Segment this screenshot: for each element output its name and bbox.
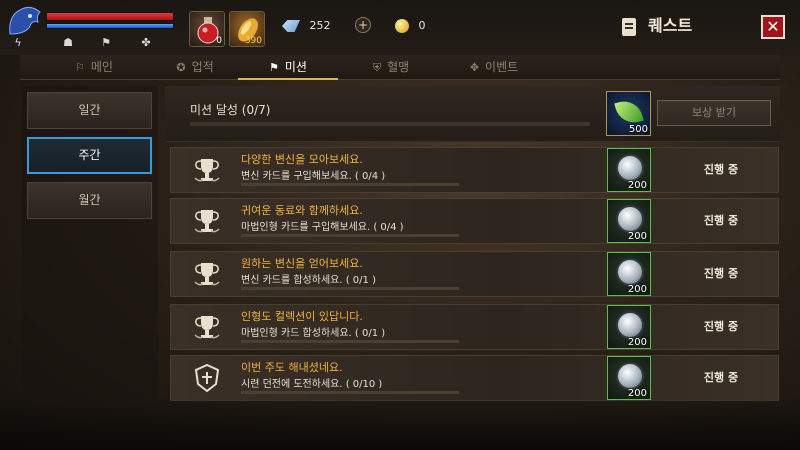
food-slot[interactable]: 390 [229, 11, 265, 47]
quest-description: 시련 던전에 도전하세요. ( 0/10 ) [241, 379, 383, 390]
quest-row[interactable]: 인형도 컬렉션이 있답니다. 마법인형 카드 합성하세요. ( 0/1 ) 200 진… [170, 304, 779, 350]
medal-icon: ✪ [176, 61, 186, 74]
mp-bar-fill [47, 24, 173, 28]
gold-coin-icon [395, 19, 409, 33]
quest-reward[interactable]: 200 [607, 148, 651, 192]
quest-progress [241, 340, 459, 343]
claim-reward-button[interactable]: 보상 받기 [657, 100, 771, 126]
lion-portrait-icon[interactable] [6, 4, 44, 36]
shield-emblem-icon [194, 363, 220, 393]
buff-icon[interactable]: ✤ [138, 36, 154, 50]
quest-reward[interactable]: 200 [607, 252, 651, 296]
leaf-icon [614, 97, 644, 127]
quest-progress [241, 183, 459, 186]
quest-description: 마법인형 카드 합성하세요. ( 0/1 ) [241, 328, 386, 339]
page-title-area: 퀘스트 [622, 14, 692, 38]
quest-row[interactable]: 원하는 변신을 얻어보세요. 변신 카드를 합성하세요. ( 0/1 ) 200 진행… [170, 251, 779, 297]
quest-progress [241, 287, 459, 290]
trophy-icon [194, 316, 220, 339]
quest-scroll-icon [622, 17, 636, 36]
mp-bar [46, 23, 174, 29]
boot-icon[interactable]: ⚑ [98, 36, 114, 50]
quest-status: 진행 중 [703, 214, 739, 227]
quest-title: 인형도 컬렉션이 있답니다. [241, 310, 363, 323]
quest-description: 마법인형 카드를 구입해보세요. ( 0/4 ) [241, 222, 404, 233]
flag-icon: ⚐ [75, 61, 85, 74]
sidebar-item-monthly[interactable]: 월간 [27, 182, 152, 219]
quest-reward[interactable]: 200 [607, 305, 651, 349]
quest-status: 진행 중 [703, 320, 739, 333]
tab-mission[interactable]: ⚑ 미션 [238, 55, 338, 80]
quest-description: 변신 카드를 구입해보세요. ( 0/4 ) [241, 171, 386, 182]
tab-event[interactable]: ✥ 이벤트 [444, 55, 544, 80]
potion-count: 0 [216, 36, 222, 46]
quest-status: 진행 중 [703, 163, 739, 176]
gift-icon: ✥ [469, 61, 480, 74]
quest-title: 다양한 변신을 모아보세요. [241, 153, 363, 166]
silver-coin-icon [616, 311, 644, 339]
shield-icon: ⛨ [372, 61, 382, 74]
quest-reward[interactable]: 200 [607, 199, 651, 243]
silver-coin-icon [616, 154, 644, 182]
silver-coin-icon [616, 258, 644, 286]
page-title: 퀘스트 [648, 16, 693, 35]
tab-label: 업적 [191, 60, 214, 74]
achievement-label: 미션 달성 (0/7) [190, 103, 271, 117]
gold-currency: 0 [395, 16, 426, 36]
silver-coin-icon [616, 362, 644, 390]
gem-icon [282, 20, 300, 32]
quest-reward-count: 200 [627, 231, 647, 242]
sidebar-item-weekly[interactable]: 주간 [27, 137, 152, 174]
tab-label: 미션 [284, 60, 307, 74]
quest-title: 귀여운 동료와 함께하세요. [241, 204, 363, 217]
mission-achievement-bar: 미션 달성 (0/7) 500 보상 받기 [165, 86, 780, 142]
tab-label: 메인 [90, 60, 113, 74]
trophy-icon [194, 159, 220, 182]
quest-title: 원하는 변신을 얻어보세요. [241, 257, 363, 270]
quest-progress [241, 234, 459, 237]
gold-amount: 0 [418, 19, 426, 32]
top-bar: ϟ ☗ ⚑ ✤ 0 390 252 + 0 퀘스트 ✕ [0, 0, 800, 55]
quest-row[interactable]: 이번 주도 해내셨네요. 시련 던전에 도전하세요. ( 0/10 ) 200 진행 … [170, 355, 779, 401]
sidebar-item-daily[interactable]: 일간 [27, 92, 152, 129]
lightning-icon[interactable]: ϟ [10, 36, 26, 50]
tab-achievement[interactable]: ✪ 업적 [145, 55, 245, 80]
quest-row[interactable]: 다양한 변신을 모아보세요. 변신 카드를 구입해보세요. ( 0/4 ) 200 진… [170, 147, 779, 193]
silver-coin-icon [616, 205, 644, 233]
flag-icon: ⚑ [269, 61, 279, 74]
close-button[interactable]: ✕ [761, 15, 785, 39]
tab-label: 혈맹 [387, 60, 410, 74]
achievement-reward[interactable]: 500 [606, 91, 651, 136]
add-currency-button[interactable]: + [355, 17, 371, 33]
quest-reward-count: 200 [627, 337, 647, 348]
tab-clan[interactable]: ⛨ 혈맹 [341, 55, 441, 80]
trophy-icon [194, 263, 220, 286]
hp-bar [46, 12, 174, 21]
quest-title: 이번 주도 해내셨네요. [241, 361, 343, 374]
quest-reward[interactable]: 200 [607, 356, 651, 400]
period-sidebar: 일간 주간 월간 [22, 86, 158, 400]
gem-amount: 252 [309, 19, 331, 32]
bottom-fade [0, 400, 800, 450]
quest-status: 진행 중 [703, 267, 739, 280]
achievement-progress [190, 122, 590, 126]
quest-reward-count: 200 [627, 180, 647, 191]
potion-slot[interactable]: 0 [189, 11, 225, 47]
quest-row[interactable]: 귀여운 동료와 함께하세요. 마법인형 카드를 구입해보세요. ( 0/4 ) 20… [170, 198, 779, 244]
trophy-icon [194, 210, 220, 233]
quest-description: 변신 카드를 합성하세요. ( 0/1 ) [241, 275, 376, 286]
helmet-icon[interactable]: ☗ [60, 36, 76, 50]
food-count: 390 [244, 36, 262, 46]
quest-reward-count: 200 [627, 284, 647, 295]
tab-main[interactable]: ⚐ 메인 [44, 55, 144, 80]
reward-count: 500 [628, 124, 648, 135]
hp-bar-fill [47, 13, 173, 20]
quest-status: 진행 중 [703, 371, 739, 384]
mission-content: 미션 달성 (0/7) 500 보상 받기 다양한 변신을 모아보세요. 변신 카… [165, 86, 780, 401]
quest-reward-count: 200 [627, 388, 647, 399]
tab-bar: ⚐ 메인 ✪ 업적 ⚑ 미션 ⛨ 혈맹 ✥ 이벤트 [20, 55, 780, 80]
tab-label: 이벤트 [485, 60, 519, 74]
quest-progress [241, 391, 459, 394]
gem-currency: 252 [282, 16, 331, 36]
